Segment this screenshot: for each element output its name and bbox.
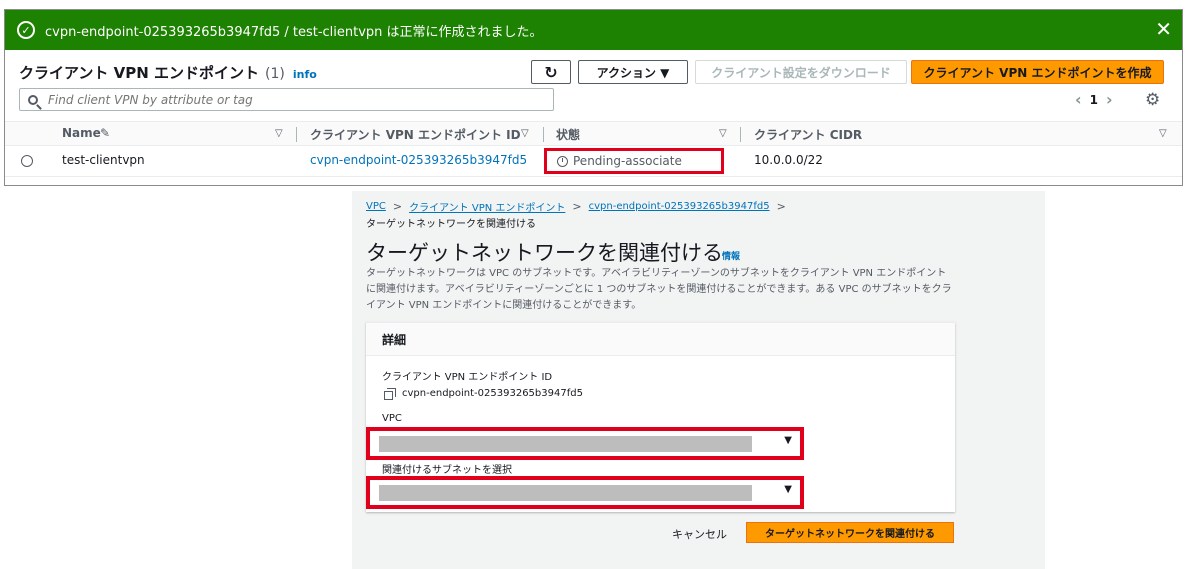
chevron-right-icon[interactable]: › <box>1098 90 1121 109</box>
info-link[interactable]: 情報 <box>722 249 740 262</box>
download-config-button[interactable]: クライアント設定をダウンロード <box>695 60 907 84</box>
search-input[interactable] <box>48 92 548 107</box>
column-divider[interactable] <box>543 127 544 142</box>
close-icon[interactable]: ✕ <box>1155 18 1172 40</box>
vpc-select-value <box>379 436 752 452</box>
row-radio[interactable] <box>21 155 33 167</box>
table-row[interactable]: test-clientvpn cvpn-endpoint-025393265b3… <box>5 147 1182 177</box>
vpc-select[interactable]: ▼ <box>366 427 804 460</box>
sort-icon[interactable]: ▽ <box>1159 128 1167 139</box>
copy-icon[interactable] <box>384 388 396 400</box>
column-divider[interactable] <box>296 127 297 142</box>
breadcrumb-endpoints[interactable]: クライアント VPN エンドポイント <box>409 199 565 214</box>
endpoint-id-value: cvpn-endpoint-025393265b3947fd5 <box>402 388 583 399</box>
column-divider[interactable] <box>740 127 741 142</box>
refresh-icon: ↻ <box>544 62 558 82</box>
info-link[interactable]: info <box>293 68 317 81</box>
breadcrumb-current: ターゲットネットワークを関連付ける <box>366 219 536 230</box>
success-banner: ✓ cvpn-endpoint-025393265b3947fd5 / test… <box>5 10 1182 50</box>
client-vpn-list-panel: ✓ cvpn-endpoint-025393265b3947fd5 / test… <box>4 9 1183 186</box>
breadcrumb-endpoint-id[interactable]: cvpn-endpoint-025393265b3947fd5 <box>589 201 770 212</box>
create-endpoint-button[interactable]: クライアント VPN エンドポイントを作成 <box>911 60 1164 84</box>
row-name: test-clientvpn <box>62 153 145 167</box>
sort-icon[interactable]: ▽ <box>275 128 283 139</box>
chevron-left-icon[interactable]: ‹ <box>1067 90 1090 109</box>
vpc-label: VPC <box>382 413 402 424</box>
sort-icon[interactable]: ▽ <box>521 128 529 139</box>
search-box <box>19 88 554 111</box>
check-circle-icon: ✓ <box>17 21 35 39</box>
column-header-name[interactable]: Name <box>62 126 101 140</box>
column-header-endpoint-id[interactable]: クライアント VPN エンドポイント ID <box>310 126 521 143</box>
page-description: ターゲットネットワークは VPC のサブネットです。アベイラビリティーゾーンのサ… <box>366 268 952 311</box>
details-card: 詳細 クライアント VPN エンドポイント ID cvpn-endpoint-0… <box>366 322 955 512</box>
gear-icon[interactable]: ⚙ <box>1145 90 1160 110</box>
chevron-right-icon: > <box>776 200 786 213</box>
associate-network-button[interactable]: ターゲットネットワークを関連付ける <box>746 522 954 543</box>
cancel-button[interactable]: キャンセル <box>672 526 727 542</box>
table-header: Name ✎ ▽ クライアント VPN エンドポイント ID ▽ 状態 ▽ クラ… <box>5 121 1182 146</box>
sort-icon[interactable]: ▽ <box>719 128 727 139</box>
details-heading: 詳細 <box>366 323 955 356</box>
caret-down-icon: ▼ <box>784 435 792 446</box>
subnet-select-value <box>379 485 752 501</box>
clock-icon <box>557 155 568 167</box>
search-icon <box>28 94 38 105</box>
column-header-cidr[interactable]: クライアント CIDR <box>754 126 862 143</box>
chevron-right-icon: > <box>392 200 403 213</box>
breadcrumb-vpc[interactable]: VPC <box>366 201 386 212</box>
row-endpoint-link[interactable]: cvpn-endpoint-025393265b3947fd5 <box>310 153 527 167</box>
pagination: ‹ 1 › <box>1067 90 1121 109</box>
column-header-status[interactable]: 状態 <box>556 126 580 143</box>
actions-button[interactable]: アクション ▼ <box>578 60 688 84</box>
list-count: (1) <box>265 66 285 82</box>
banner-message: cvpn-endpoint-025393265b3947fd5 / test-c… <box>45 24 543 40</box>
subnet-label: 関連付けるサブネットを選択 <box>382 465 512 476</box>
status-text: Pending-associate <box>573 154 682 168</box>
page-number[interactable]: 1 <box>1090 93 1098 107</box>
breadcrumb: VPC > クライアント VPN エンドポイント > cvpn-endpoint… <box>366 199 793 214</box>
refresh-button[interactable]: ↻ <box>531 60 571 84</box>
page-title: ターゲットネットワークを関連付ける <box>366 241 723 265</box>
status-badge: Pending-associate <box>544 148 724 174</box>
row-cidr: 10.0.0.0/22 <box>754 153 823 167</box>
list-title: クライアント VPN エンドポイント <box>19 64 260 82</box>
associate-network-panel: VPC > クライアント VPN エンドポイント > cvpn-endpoint… <box>352 191 1045 569</box>
edit-icon: ✎ <box>100 126 111 140</box>
subnet-select[interactable]: ▼ <box>366 476 804 509</box>
chevron-right-icon: > <box>572 200 582 213</box>
caret-down-icon: ▼ <box>784 484 792 495</box>
list-header: クライアント VPN エンドポイント (1) info <box>19 62 317 83</box>
endpoint-id-label: クライアント VPN エンドポイント ID <box>382 372 553 383</box>
